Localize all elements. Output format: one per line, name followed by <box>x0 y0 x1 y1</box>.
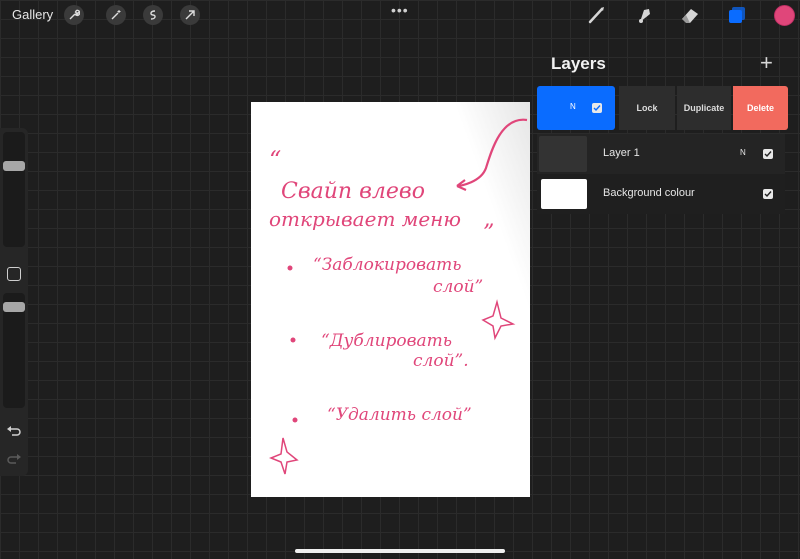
bullet-1-line-1: “Заблокировать <box>313 255 461 275</box>
sparkle-right <box>481 299 516 341</box>
open-quote-mark: “ <box>269 146 281 174</box>
left-sidebar <box>0 128 28 476</box>
brush-icon[interactable] <box>586 4 608 26</box>
undo-icon[interactable] <box>6 424 22 438</box>
handwritten-line-2: открывает меню <box>269 207 461 231</box>
background-thumbnail <box>541 179 587 209</box>
smudge-icon[interactable] <box>633 4 655 26</box>
delete-layer-button[interactable]: Delete <box>733 86 788 130</box>
layer-visibility-checkbox[interactable] <box>763 149 773 159</box>
swipe-arrow <box>456 118 528 188</box>
layer-row-background[interactable]: Background colour <box>537 174 785 214</box>
bullet-dot-2 <box>290 337 296 343</box>
add-layer-button[interactable]: + <box>760 50 773 76</box>
active-layer-swiped[interactable]: N <box>537 86 615 130</box>
magic-wand-icon[interactable] <box>106 5 126 25</box>
layer-row[interactable]: Layer 1 N <box>537 134 785 174</box>
redo-icon[interactable] <box>6 452 22 466</box>
gallery-button[interactable]: Gallery <box>12 7 53 22</box>
home-indicator[interactable] <box>295 549 505 553</box>
background-visibility-checkbox[interactable] <box>763 189 773 199</box>
layers-panel: Layers + N Lock Duplicate Delete Layer 1… <box>535 46 788 214</box>
close-quote-mark: ” <box>483 221 494 246</box>
bullet-2-line-2: слой”. <box>413 351 469 371</box>
canvas-artwork: “ Свайп влево открывает меню ” “Заблокир… <box>268 118 528 475</box>
bullet-1-line-2: слой” <box>433 277 483 297</box>
layers-icon[interactable] <box>726 4 748 26</box>
blend-mode-label[interactable]: N <box>570 102 576 111</box>
more-options-button[interactable]: ••• <box>391 2 409 18</box>
bullet-2-line-1: “Дублировать <box>321 331 452 351</box>
duplicate-layer-button[interactable]: Duplicate <box>677 86 731 130</box>
wrench-icon[interactable] <box>64 5 84 25</box>
layer-thumbnail <box>539 136 587 172</box>
selection-icon[interactable] <box>143 5 163 25</box>
bullet-dot-1 <box>287 265 293 271</box>
color-picker-swatch[interactable] <box>774 5 795 26</box>
layer-name: Layer 1 <box>603 147 640 159</box>
eraser-icon[interactable] <box>679 4 701 26</box>
handwritten-line-1: Свайп влево <box>281 179 425 204</box>
bullet-3-line-1: “Удалить слой” <box>327 405 472 425</box>
visibility-checkbox[interactable] <box>592 103 602 113</box>
sparkle-left <box>268 437 299 475</box>
opacity-thumb[interactable] <box>3 302 25 312</box>
brush-size-slider[interactable] <box>3 132 25 247</box>
layer-blend-mode[interactable]: N <box>740 148 746 157</box>
transform-arrow-icon[interactable] <box>180 5 200 25</box>
lock-layer-button[interactable]: Lock <box>619 86 675 130</box>
layers-title: Layers <box>551 54 606 73</box>
modify-button[interactable] <box>7 267 21 281</box>
layer-name: Background colour <box>603 187 695 199</box>
drawing-canvas[interactable]: “ Свайп влево открывает меню ” “Заблокир… <box>251 102 530 497</box>
bullet-dot-3 <box>292 417 298 423</box>
top-toolbar: Gallery ••• <box>0 0 800 30</box>
brush-size-thumb[interactable] <box>3 161 25 171</box>
